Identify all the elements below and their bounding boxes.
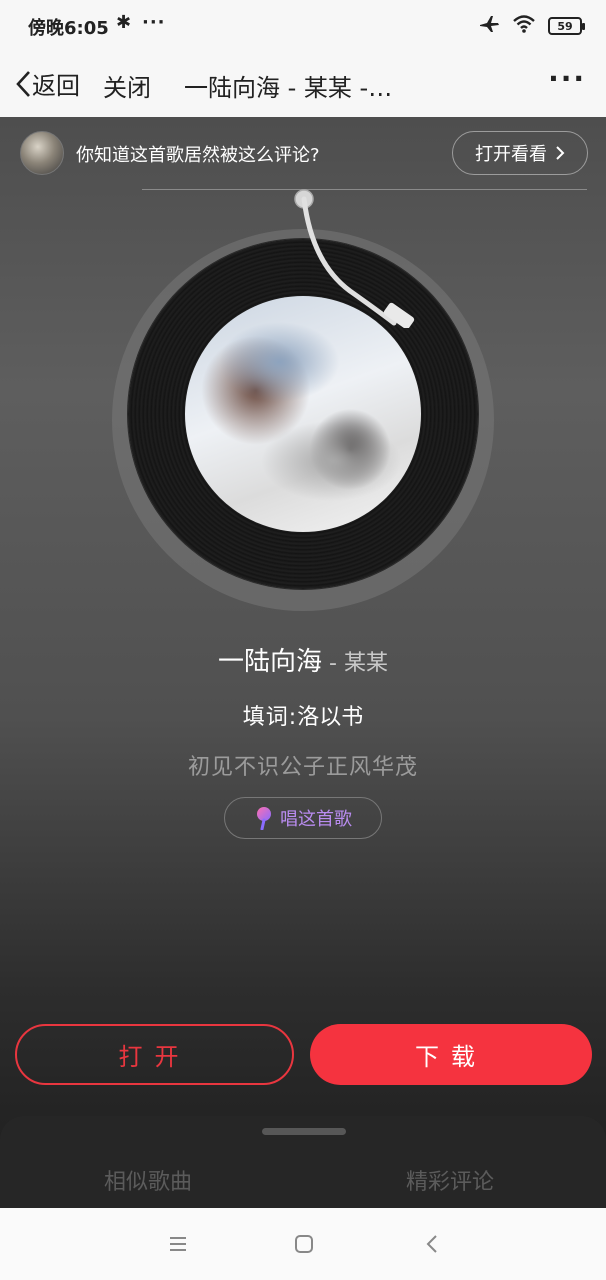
lyricist-name: 洛以书 [297, 705, 364, 730]
back-label: 返回 [32, 72, 80, 100]
lyricist-line: 填词:洛以书 [0, 699, 606, 731]
open-app-button[interactable]: 打开 [15, 1024, 294, 1085]
song-artist: 某某 [343, 651, 388, 676]
tonearm-icon [294, 189, 415, 328]
chevron-left-icon [426, 1235, 437, 1253]
chevron-left-icon [16, 70, 30, 97]
sing-label: 唱这首歌 [280, 809, 352, 830]
airplane-icon [478, 14, 500, 38]
status-icons: 59 [478, 14, 585, 38]
system-back-button[interactable] [422, 1230, 442, 1258]
system-nav-bar [0, 1208, 606, 1280]
title-separator: - [322, 651, 344, 676]
browser-nav-bar: 返回 关闭 一陆向海 - 某某 -… ··· [0, 52, 606, 117]
download-button[interactable]: 下载 [310, 1024, 592, 1085]
player-main: 你知道这首歌居然被这么评论? 打开看看 一陆向海 - 某某 填词:洛以书 初见不… [0, 117, 606, 1208]
bottom-sheet: 相似歌曲 精彩评论 [0, 1116, 606, 1208]
avatar [20, 131, 64, 175]
bluetooth-icon: ✱ [116, 12, 132, 33]
close-button[interactable]: 关闭 [103, 68, 151, 103]
back-button[interactable]: 返回 [14, 66, 80, 101]
open-view-label: 打开看看 [475, 144, 547, 165]
status-more-icon: ··· [142, 12, 166, 33]
song-title: 一陆向海 [218, 647, 323, 677]
more-menu-button[interactable]: ··· [548, 62, 586, 95]
lyric-line: 初见不识公子正风华茂 [187, 755, 418, 780]
tab-comments[interactable]: 精彩评论 [406, 1164, 494, 1196]
album-cover [185, 296, 421, 532]
menu-icon [170, 1237, 186, 1251]
battery-icon: 59 [548, 17, 585, 35]
chevron-right-icon [556, 146, 565, 160]
open-view-button[interactable]: 打开看看 [452, 131, 588, 175]
menu-button[interactable] [166, 1230, 190, 1258]
status-time: 傍晚6:05 [28, 18, 109, 39]
home-button[interactable] [292, 1230, 316, 1258]
wifi-icon [512, 14, 536, 38]
page-title: 一陆向海 - 某某 -… [184, 74, 393, 102]
promo-text: 你知道这首歌居然被这么评论? [76, 145, 320, 166]
sing-song-button[interactable]: 唱这首歌 [224, 797, 382, 839]
lyricist-label: 填词: [242, 705, 298, 730]
home-square-icon [295, 1235, 313, 1253]
microphone-icon [257, 807, 271, 830]
tab-similar-songs[interactable]: 相似歌曲 [104, 1164, 192, 1196]
sheet-drag-handle[interactable] [262, 1128, 346, 1135]
status-bar: 傍晚6:05 ✱ ··· 59 [0, 0, 606, 52]
song-title-line: 一陆向海 - 某某 [0, 641, 606, 678]
